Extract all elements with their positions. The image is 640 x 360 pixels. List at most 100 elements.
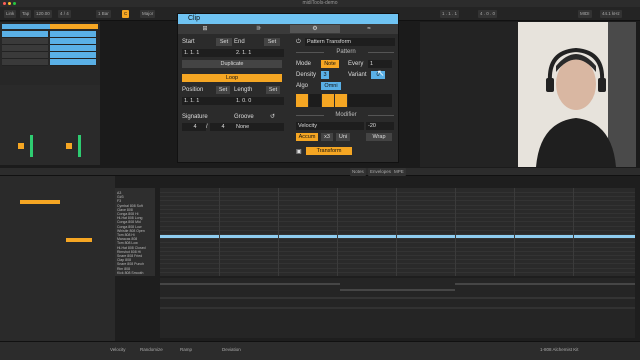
status-randomize[interactable]: Randomize bbox=[140, 347, 163, 352]
clip-slot[interactable] bbox=[2, 59, 48, 66]
mode-label: Mode bbox=[296, 61, 312, 67]
track-header-1[interactable] bbox=[2, 24, 50, 29]
pattern-step[interactable] bbox=[296, 94, 308, 107]
tab-clip[interactable]: ⊞ bbox=[180, 25, 230, 33]
clip-detail-panel-small bbox=[0, 176, 115, 341]
mode-note-button[interactable]: Note bbox=[321, 60, 339, 68]
clip-slot[interactable] bbox=[50, 31, 96, 38]
every-field[interactable]: 1 bbox=[368, 60, 392, 68]
velocity-lane[interactable] bbox=[160, 278, 635, 338]
divider bbox=[368, 52, 394, 53]
position-field[interactable]: 1. 1. 1 bbox=[182, 97, 234, 105]
groove-label: Groove bbox=[234, 114, 254, 120]
length-field[interactable]: 1. 0. 0 bbox=[234, 97, 284, 105]
note-name[interactable]: Kick 808 Smooth bbox=[117, 271, 143, 275]
grid-row bbox=[160, 238, 635, 240]
zoom-window-icon[interactable] bbox=[13, 2, 16, 5]
algo-omni-button[interactable]: Omni bbox=[321, 82, 341, 90]
quantize-menu[interactable]: 1 Bar bbox=[96, 10, 111, 18]
detail-view-tabs: Notes Envelopes MPE bbox=[0, 168, 640, 176]
transform-device-select[interactable]: Pattern Transform bbox=[305, 38, 395, 46]
modifier-select[interactable]: Velocity bbox=[296, 122, 364, 130]
status-deviation[interactable]: Deviation bbox=[222, 347, 241, 352]
loop-length[interactable]: 4 . 0 . 0 bbox=[478, 10, 498, 18]
window-title: midiTools-demo bbox=[302, 0, 338, 6]
tab-audio[interactable]: ⊪ bbox=[234, 25, 284, 33]
pattern-step[interactable] bbox=[335, 94, 347, 107]
grid-row bbox=[160, 225, 635, 227]
key-field[interactable]: C bbox=[122, 10, 130, 18]
position-set-button[interactable]: Set bbox=[216, 86, 230, 94]
density-label: Density bbox=[296, 72, 317, 78]
density-field[interactable]: 3 bbox=[321, 71, 329, 79]
pattern-step-area[interactable] bbox=[348, 94, 392, 107]
groove-hot-swap-icon[interactable]: ↺ bbox=[270, 113, 275, 120]
pattern-header: Pattern bbox=[336, 49, 356, 55]
time-signature-field[interactable]: 4 / 4 bbox=[58, 10, 71, 18]
clip-slot[interactable] bbox=[50, 45, 96, 52]
clip-slot[interactable] bbox=[50, 52, 96, 59]
grid-column bbox=[455, 188, 456, 276]
tab-envelopes[interactable]: Envelopes bbox=[368, 168, 394, 176]
piano-roll-grid[interactable] bbox=[160, 188, 635, 276]
tab-expression[interactable]: ≈ bbox=[344, 25, 394, 33]
close-window-icon[interactable] bbox=[3, 2, 6, 5]
clip-slot[interactable] bbox=[2, 52, 48, 59]
wrap-button[interactable]: Wrap bbox=[366, 133, 392, 141]
minimize-window-icon[interactable] bbox=[8, 2, 11, 5]
status-bar: Velocity Randomize Ramp Deviation 1-808 … bbox=[0, 341, 640, 360]
track-activator[interactable] bbox=[66, 143, 72, 149]
grid-row bbox=[160, 192, 635, 193]
length-set-button[interactable]: Set bbox=[266, 86, 280, 94]
signature-numerator[interactable]: 4 bbox=[182, 123, 206, 131]
transform-button[interactable]: Transform bbox=[306, 147, 352, 155]
pattern-step[interactable] bbox=[309, 94, 321, 107]
arrangement-position[interactable]: 1 . 1 . 1 bbox=[440, 10, 460, 18]
grid-row bbox=[160, 204, 635, 206]
webcam-feed bbox=[518, 22, 636, 167]
midi-indicator: MIDI bbox=[578, 10, 592, 18]
x3-button[interactable]: x3 bbox=[321, 133, 333, 141]
transform-button-small[interactable] bbox=[66, 238, 92, 242]
tab-transform[interactable]: ⚙ bbox=[290, 25, 340, 33]
duplicate-button[interactable]: Duplicate bbox=[182, 60, 282, 68]
tempo-field[interactable]: 120.00 bbox=[34, 10, 52, 18]
clip-slot[interactable] bbox=[50, 59, 96, 66]
link-button[interactable]: Link bbox=[4, 10, 17, 18]
tab-mpe[interactable]: MPE bbox=[392, 168, 406, 176]
status-velocity[interactable]: Velocity bbox=[110, 347, 126, 352]
scale-menu[interactable]: Major bbox=[140, 10, 156, 18]
track-header-2[interactable] bbox=[50, 24, 98, 29]
loop-button-small[interactable] bbox=[20, 200, 60, 204]
tab-notes[interactable]: Notes bbox=[350, 168, 366, 176]
pattern-step[interactable] bbox=[322, 94, 334, 107]
tap-button[interactable]: Tap bbox=[20, 10, 32, 18]
accum-button[interactable]: Accum bbox=[296, 133, 318, 141]
signature-slash: / bbox=[206, 124, 208, 130]
grid-row bbox=[160, 263, 635, 265]
grid-column bbox=[278, 188, 279, 276]
end-set-button[interactable]: Set bbox=[264, 38, 280, 46]
start-set-button[interactable]: Set bbox=[216, 38, 232, 46]
grid-column bbox=[573, 188, 574, 276]
modifier-amount[interactable]: -20 bbox=[366, 122, 394, 130]
clip-panel-tabs: ⊞ ⊪ ⚙ ≈ bbox=[178, 24, 398, 34]
grid-row bbox=[160, 259, 635, 261]
clip-slot[interactable] bbox=[2, 45, 48, 52]
grid-row bbox=[160, 208, 635, 210]
clip-slot[interactable] bbox=[2, 38, 48, 45]
track-activator[interactable] bbox=[18, 143, 24, 149]
grid-row bbox=[160, 267, 635, 269]
end-field[interactable]: 2. 1. 1 bbox=[234, 49, 284, 57]
position-label: Position bbox=[182, 87, 204, 93]
groove-field[interactable]: None bbox=[234, 123, 284, 131]
start-field[interactable]: 1. 1. 1 bbox=[182, 49, 234, 57]
transform-preview-icon[interactable]: ▣ bbox=[296, 148, 302, 155]
clip-slot[interactable] bbox=[50, 38, 96, 45]
device-power-icon[interactable]: ⏻ bbox=[296, 39, 301, 46]
status-ramp[interactable]: Ramp bbox=[180, 347, 192, 352]
loop-button[interactable]: Loop bbox=[182, 74, 282, 82]
signature-denominator[interactable]: 4 bbox=[210, 123, 234, 131]
clip-slot[interactable] bbox=[2, 31, 48, 38]
uni-button[interactable]: Uni bbox=[336, 133, 350, 141]
